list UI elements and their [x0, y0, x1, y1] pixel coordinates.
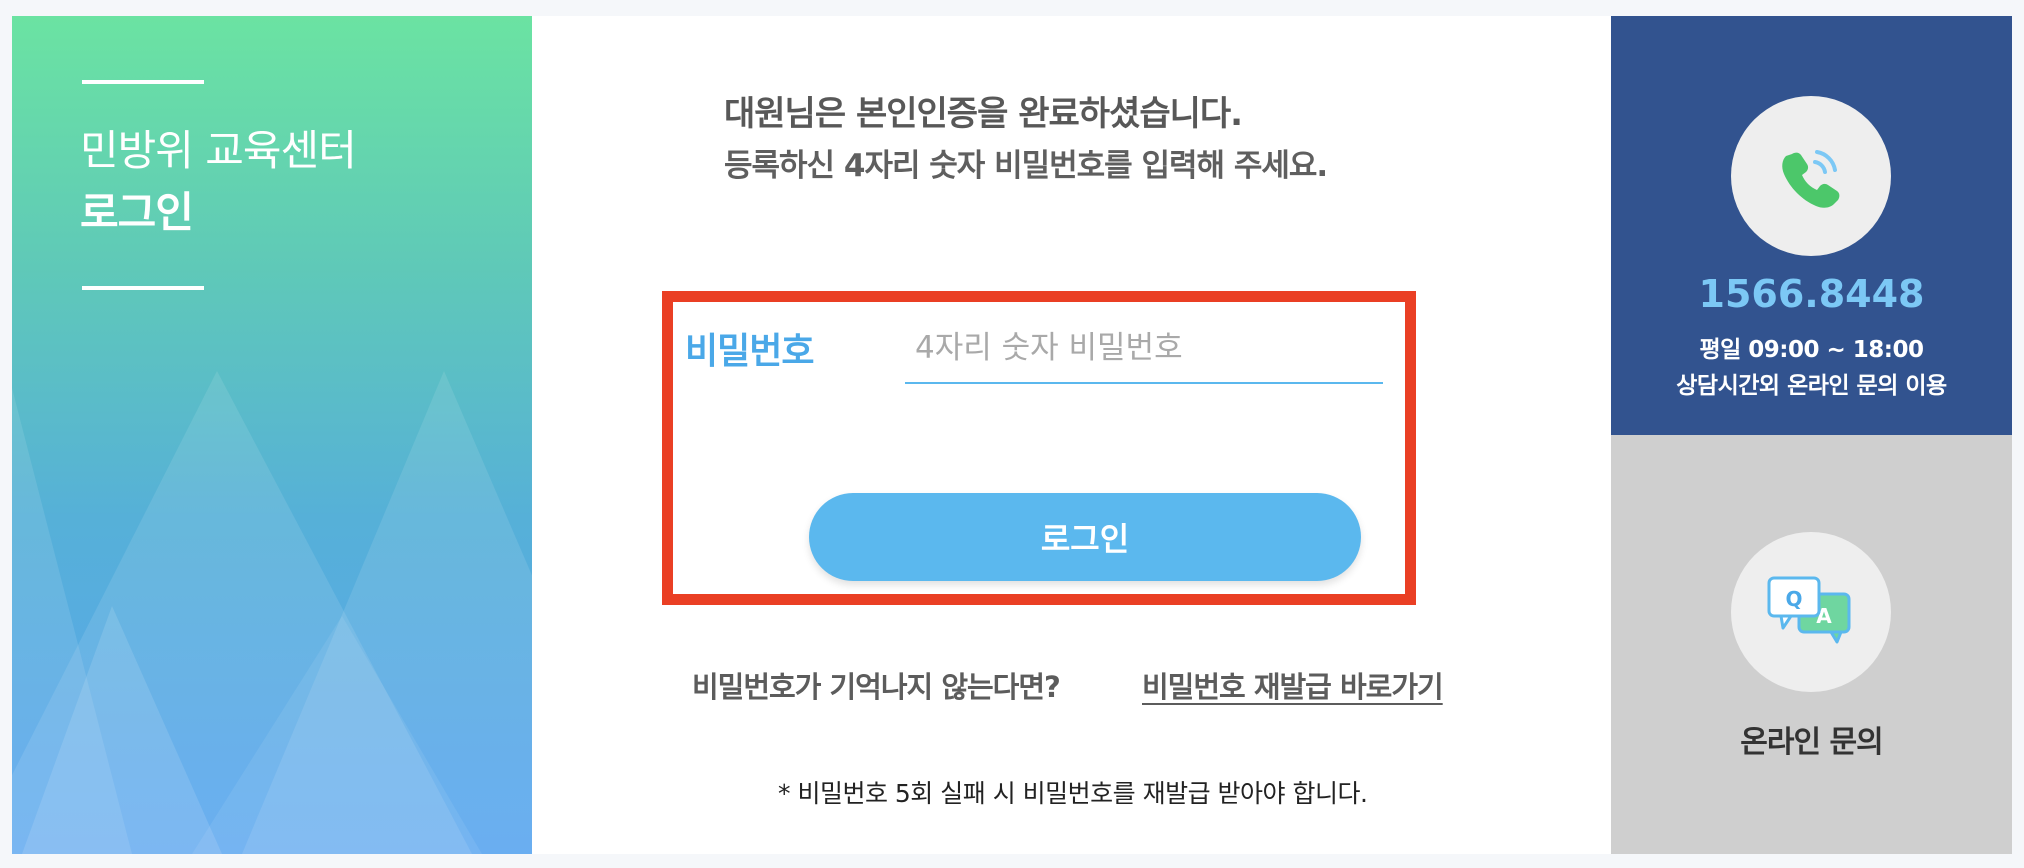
svg-text:Q: Q	[1785, 587, 1802, 611]
support-hours: 평일 09:00 ~ 18:00 상담시간외 온라인 문의 이용	[1611, 332, 2012, 404]
password-input[interactable]	[905, 314, 1383, 384]
notice-line-2: 등록하신 4자리 숫자 비밀번호를 입력해 주세요.	[724, 148, 1328, 184]
title-rule-top	[82, 80, 204, 84]
support-hours-note: 상담시간외 온라인 문의 이용	[1676, 373, 1947, 399]
online-inquiry-button[interactable]: A Q 온라인 문의	[1611, 435, 2012, 854]
support-hours-weekday: 평일 09:00 ~ 18:00	[1699, 337, 1924, 363]
page-subtitle: 민방위 교육센터	[80, 126, 357, 175]
login-button[interactable]: 로그인	[809, 493, 1361, 581]
qa-icon-circle: A Q	[1731, 532, 1891, 692]
forgot-password-row: 비밀번호가 기억나지 않는다면? 비밀번호 재발급 바로가기	[692, 664, 1492, 706]
page-title: 민방위 교육센터 로그인	[80, 120, 357, 244]
reissue-password-link[interactable]: 비밀번호 재발급 바로가기	[1142, 664, 1444, 706]
auth-notice: 대원님은 본인인증을 완료하셨습니다. 등록하신 4자리 숫자 비밀번호를 입력…	[724, 88, 1328, 192]
notice-line-1: 대원님은 본인인증을 완료하셨습니다.	[724, 94, 1243, 134]
forgot-password-question: 비밀번호가 기억나지 않는다면?	[692, 670, 1061, 704]
login-form-area: 대원님은 본인인증을 완료하셨습니다. 등록하신 4자리 숫자 비밀번호를 입력…	[532, 16, 1611, 854]
title-rule-bottom	[82, 286, 204, 290]
phone-contact-panel: 1566.8448 평일 09:00 ~ 18:00 상담시간외 온라인 문의 …	[1611, 16, 2012, 435]
online-inquiry-label: 온라인 문의	[1740, 725, 1883, 760]
phone-icon	[1782, 150, 1840, 208]
phone-number: 1566.8448	[1698, 272, 1925, 316]
page-heading: 로그인	[80, 188, 194, 237]
login-page: 민방위 교육센터 로그인 대원님은 본인인증을 완료하셨습니다. 등록하신 4자…	[12, 16, 2012, 854]
qa-chat-icon: A Q	[1767, 576, 1851, 644]
password-label: 비밀번호	[685, 331, 814, 372]
phone-icon-circle	[1731, 96, 1891, 256]
failure-warning: * 비밀번호 5회 실패 시 비밀번호를 재발급 받아야 합니다.	[778, 779, 1368, 808]
left-banner: 민방위 교육센터 로그인	[12, 16, 532, 854]
password-form-highlight: 비밀번호 로그인	[662, 291, 1416, 605]
